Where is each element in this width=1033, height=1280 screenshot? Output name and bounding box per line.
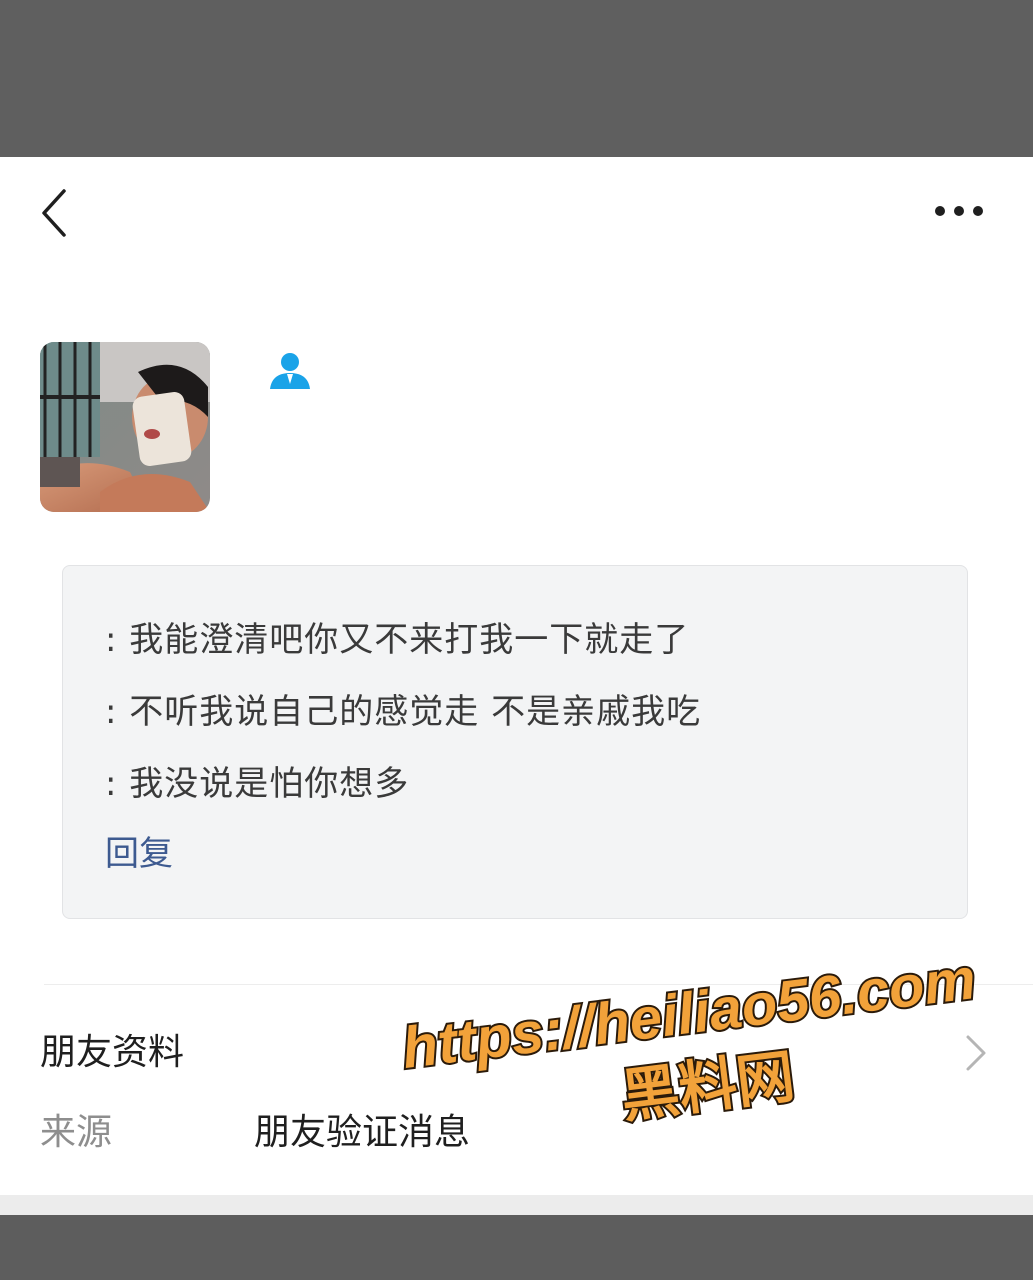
more-dots-icon	[935, 206, 983, 216]
divider	[44, 984, 1033, 985]
back-button[interactable]	[30, 185, 80, 241]
bottom-strip	[0, 1195, 1033, 1215]
avatar-photo	[40, 342, 210, 512]
reply-link[interactable]: 回复	[105, 834, 173, 874]
bottom-bezel	[0, 1215, 1033, 1280]
person-icon	[268, 351, 312, 391]
top-bezel	[0, 0, 1033, 157]
message-line-1: : 我能澄清吧你又不来打我一下就走了	[105, 620, 690, 660]
friend-profile-label: 朋友资料	[40, 1032, 185, 1073]
chevron-right-icon	[960, 1033, 990, 1073]
avatar[interactable]	[40, 342, 210, 512]
message-line-2: : 不听我说自己的感觉走 不是亲戚我吃	[105, 692, 702, 732]
message-line-3: : 我没说是怕你想多	[105, 764, 410, 804]
friend-profile-row[interactable]: 朋友资料	[0, 1007, 1033, 1095]
verification-messages-card: : 我能澄清吧你又不来打我一下就走了 : 不听我说自己的感觉走 不是亲戚我吃 :…	[62, 565, 968, 919]
chevron-left-icon	[42, 189, 66, 237]
source-label: 来源	[40, 1112, 113, 1153]
source-value: 朋友验证消息	[254, 1112, 471, 1153]
contact-detail-screen: : 我能澄清吧你又不来打我一下就走了 : 不听我说自己的感觉走 不是亲戚我吃 :…	[0, 157, 1033, 1195]
more-button[interactable]	[922, 191, 994, 231]
